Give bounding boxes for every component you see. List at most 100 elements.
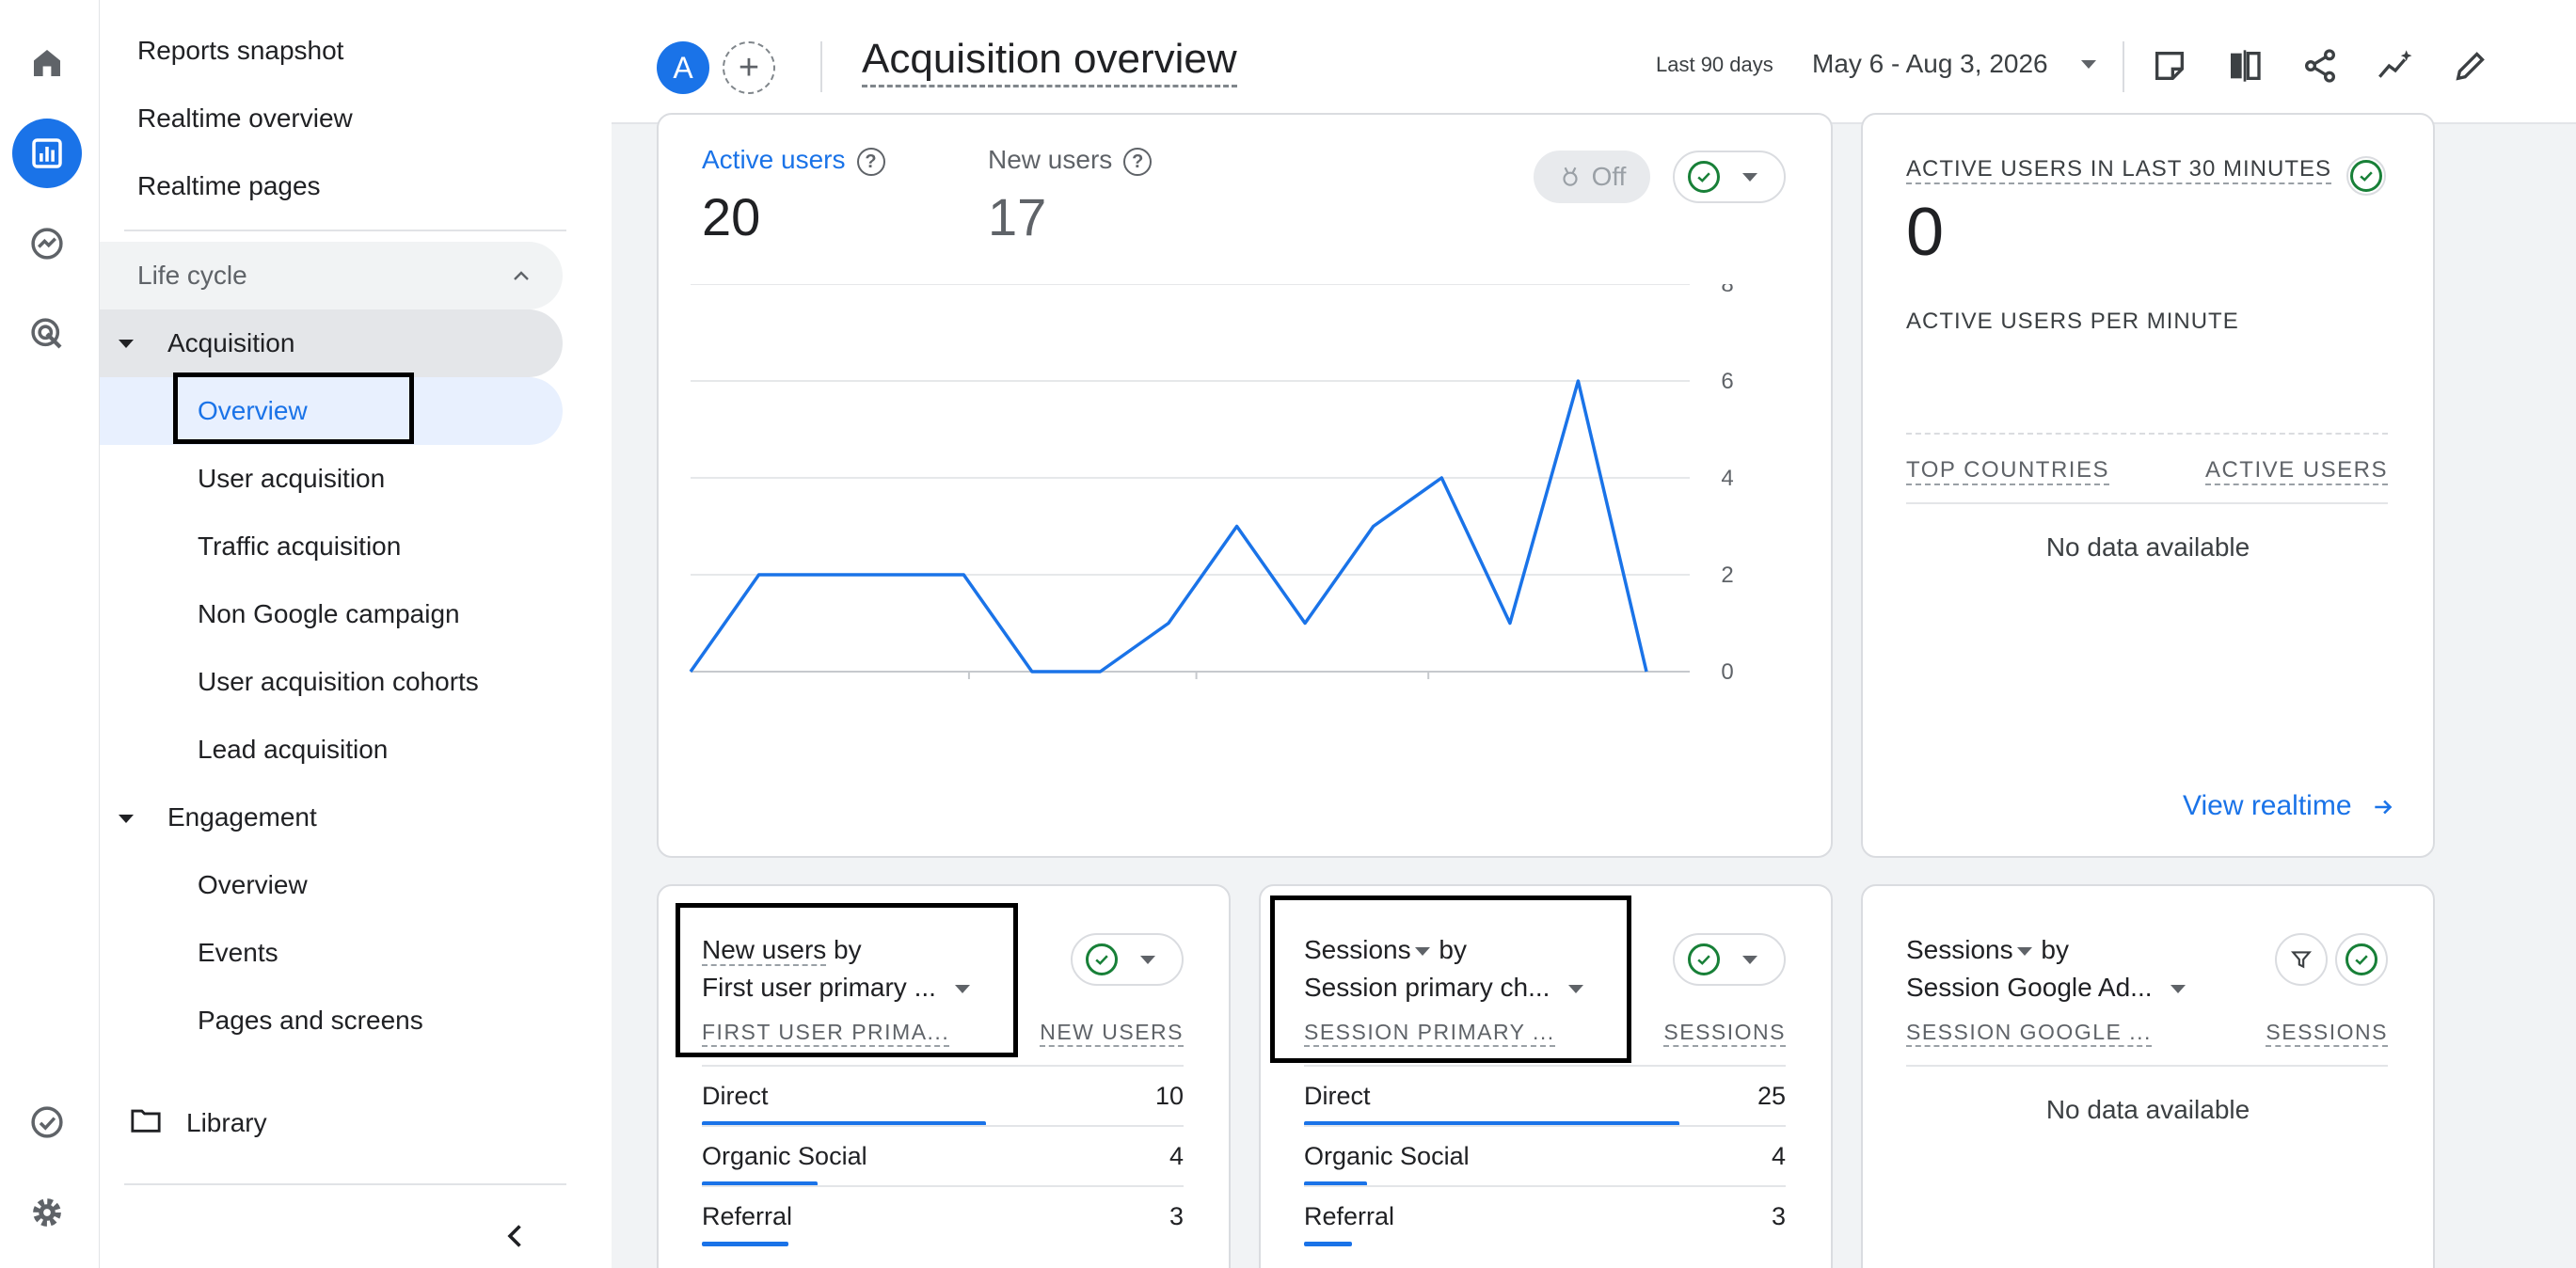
column-header-countries: TOP COUNTRIES [1906, 457, 2109, 485]
dimension-label: Session Google Ad... [1906, 973, 2153, 1002]
metric-value-active-users: 20 [702, 187, 761, 246]
compare-icon[interactable] [2220, 41, 2269, 90]
metric-label: Active users [702, 145, 846, 174]
caret-down-icon [119, 340, 134, 348]
sidebar-item-eng-overview[interactable]: Overview [198, 870, 308, 900]
folder-icon [131, 1109, 161, 1133]
metric-tab-new-users[interactable]: New users? [988, 145, 1153, 176]
data-quality-dropdown[interactable] [1673, 151, 1786, 203]
collapse-chevron-icon[interactable] [499, 1219, 533, 1253]
settings-icon[interactable] [12, 1178, 82, 1247]
help-icon[interactable]: ? [1123, 147, 1153, 176]
add-comparison-button[interactable]: + [723, 41, 775, 94]
sidebar-item-library[interactable]: Library [186, 1108, 267, 1138]
sidebar-item-non-google-campaign[interactable]: Non Google campaign [198, 599, 460, 629]
table-row-label: Referral [1304, 1202, 1395, 1230]
per-minute-label: ACTIVE USERS PER MINUTE [1906, 309, 2239, 334]
google-ads-table-card: Sessions by Session Google Ad... SESSION… [1861, 884, 2435, 1268]
filter-button[interactable] [2275, 933, 2328, 986]
edit-pencil-icon[interactable] [2446, 41, 2495, 90]
dropdown-caret-icon[interactable] [2016, 947, 2032, 957]
title-by: by [2033, 935, 2069, 964]
icon-rail [0, 0, 100, 1268]
date-range-picker[interactable]: May 6 - Aug 3, 2026 [1812, 49, 2048, 79]
metric-value-new-users: 17 [988, 187, 1047, 246]
table-row-bar [702, 1242, 788, 1246]
metric-selector[interactable]: Sessions [1906, 935, 2013, 964]
sidebar-item-pages-and-screens[interactable]: Pages and screens [198, 1006, 423, 1036]
sidebar-item-user-acquisition-cohorts[interactable]: User acquisition cohorts [198, 667, 479, 697]
sidebar-item-lead-acquisition[interactable]: Lead acquisition [198, 735, 388, 765]
table-row-label: Direct [1304, 1082, 1371, 1110]
sidebar-divider [124, 230, 566, 231]
x-tick-label-day: 01 [957, 686, 982, 689]
dropdown-caret-icon [1140, 955, 1155, 964]
link-label: View realtime [2183, 790, 2352, 821]
insights-icon[interactable] [2371, 41, 2420, 90]
sidebar-item-realtime-pages[interactable]: Realtime pages [137, 171, 321, 201]
filter-icon [2290, 951, 2313, 969]
header: A + Acquisition overview Last 90 days Ma… [612, 0, 2576, 124]
data-quality-dropdown[interactable] [1071, 933, 1184, 986]
anomaly-icon [1562, 166, 1578, 186]
arrow-right-icon [2375, 800, 2393, 815]
dropdown-caret-icon [1742, 172, 1757, 182]
explore-icon[interactable] [12, 209, 82, 278]
x-tick-label-day: 01 [1184, 686, 1209, 689]
data-quality-dropdown[interactable] [1673, 933, 1786, 986]
chevron-up-icon[interactable] [508, 265, 534, 288]
sidebar-item-engagement[interactable]: Engagement [167, 802, 317, 832]
dimension-selector[interactable]: Session Google Ad... [1906, 969, 2186, 1006]
y-tick-label: 2 [1721, 563, 1733, 588]
help-icon[interactable]: ? [856, 147, 885, 176]
series-line-active-users [689, 379, 1648, 674]
highlight-box [1270, 896, 1631, 1063]
column-header-dimension: SESSION GOOGLE ... [1906, 1020, 2152, 1047]
metric-tab-active-users[interactable]: Active users? [702, 145, 885, 176]
y-tick-label: 8 [1721, 284, 1733, 297]
header-separator [820, 41, 822, 92]
check-icon [1688, 943, 1720, 975]
table-title: Sessions by [1906, 931, 2069, 969]
sidebar-section-label: Life cycle [137, 261, 247, 290]
sidebar-item-realtime-overview[interactable]: Realtime overview [137, 103, 353, 134]
table-divider [702, 1185, 1184, 1187]
check-icon [1086, 943, 1118, 975]
table-row-label: Organic Social [1304, 1142, 1470, 1170]
annotation-icon[interactable] [2145, 41, 2194, 90]
users-chart-card: Active users? 20 New users? 17 Off 0 2 4 6 8… [657, 113, 1833, 858]
table-row-value: 10 [1154, 1082, 1184, 1110]
no-data-message: No data available [2045, 1095, 2250, 1124]
sidebar-item-reports-snapshot[interactable]: Reports snapshot [137, 36, 343, 66]
table-row-label: Referral [702, 1202, 793, 1230]
data-quality-button[interactable] [2335, 933, 2388, 986]
toggle-label: Off [1591, 162, 1627, 191]
date-dropdown-icon[interactable] [2081, 60, 2096, 69]
share-icon[interactable] [2296, 41, 2345, 90]
sidebar-item-events[interactable]: Events [198, 938, 278, 968]
reports-icon[interactable] [12, 119, 82, 188]
y-tick-label: 4 [1721, 466, 1733, 491]
table-divider [1906, 1065, 2388, 1067]
sidebar: Reports snapshot Realtime overview Realt… [100, 0, 612, 1268]
sidebar-item-user-acquisition[interactable]: User acquisition [198, 464, 385, 494]
table-row-value: 4 [1169, 1142, 1184, 1170]
anomaly-toggle[interactable]: Off [1534, 151, 1650, 203]
view-realtime-link[interactable]: View realtime [2183, 790, 2397, 822]
table-divider [1304, 1065, 1786, 1067]
x-tick-label-day: 01 [1416, 686, 1441, 689]
check-circle-icon[interactable] [12, 1087, 82, 1157]
table-divider [1304, 1125, 1786, 1127]
advertising-icon[interactable] [12, 299, 82, 369]
header-separator [2123, 41, 2124, 92]
column-header-metric: NEW USERS [1040, 1020, 1184, 1047]
data-quality-button[interactable] [2346, 156, 2386, 196]
sidebar-item-traffic-acquisition[interactable]: Traffic acquisition [198, 531, 401, 562]
realtime-title: ACTIVE USERS IN LAST 30 MINUTES [1906, 156, 2331, 184]
check-icon [1688, 161, 1720, 193]
avatar[interactable]: A [657, 41, 709, 94]
home-icon[interactable] [12, 28, 82, 98]
table-row-label: Direct [702, 1082, 769, 1110]
realtime-value: 0 [1906, 195, 1945, 270]
active-users-line-chart: 0246801Jun01Jul01Aug [689, 284, 1734, 689]
